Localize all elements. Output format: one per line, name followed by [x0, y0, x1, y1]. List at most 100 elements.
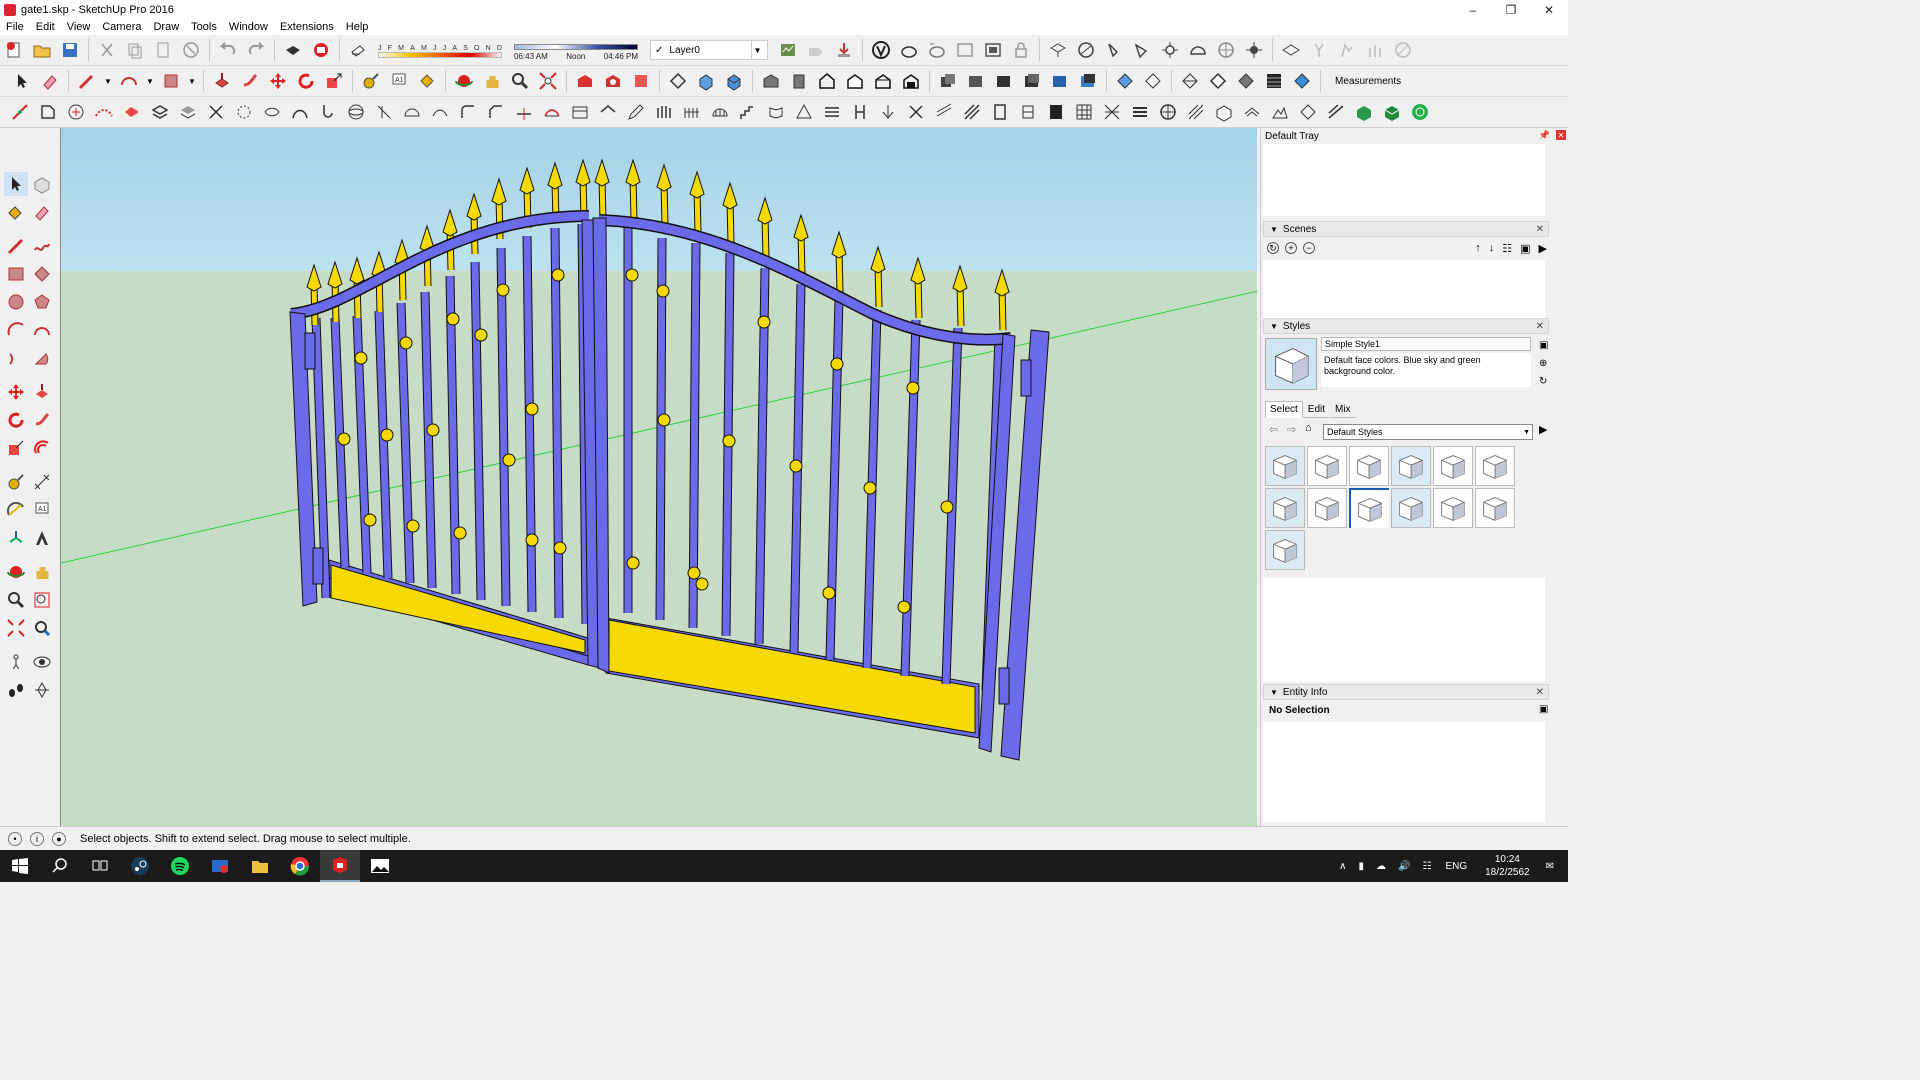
ext-terrain-icon[interactable]: [1268, 100, 1292, 124]
vray-mesh-clipper-icon[interactable]: [1391, 38, 1415, 62]
ext-roof-icon[interactable]: [596, 100, 620, 124]
style-thumbnail[interactable]: [1391, 488, 1431, 528]
ext-layers-icon[interactable]: [148, 100, 172, 124]
time-gradient-bar[interactable]: [514, 43, 638, 50]
position-camera-icon[interactable]: [4, 650, 28, 674]
push-pull-icon[interactable]: [210, 69, 234, 93]
ext-pillar-icon[interactable]: [848, 100, 872, 124]
ext-circle-plus-icon[interactable]: [64, 100, 88, 124]
file-explorer-icon[interactable]: [240, 850, 280, 882]
details-arrow-icon[interactable]: ▶: [1539, 423, 1547, 436]
share-model-icon[interactable]: [804, 38, 828, 62]
eraser-icon[interactable]: [30, 200, 54, 224]
lock-icon[interactable]: [1009, 38, 1033, 62]
xray-icon[interactable]: [936, 69, 960, 93]
menu-edit[interactable]: Edit: [36, 21, 61, 33]
tray-scrollbar[interactable]: [1554, 144, 1566, 216]
style-thumbnail[interactable]: [1433, 446, 1473, 486]
hidden-line-icon[interactable]: [1020, 69, 1044, 93]
scale-icon[interactable]: [322, 69, 346, 93]
ext-green-box2-icon[interactable]: [1380, 100, 1404, 124]
ext-hatch-icon[interactable]: [960, 100, 984, 124]
pan-hand-icon[interactable]: [480, 69, 504, 93]
style-thumbnail[interactable]: [1433, 488, 1473, 528]
ext-columns-icon[interactable]: [652, 100, 676, 124]
ext-scissors-icon[interactable]: [204, 100, 228, 124]
style-textured-icon[interactable]: [1234, 69, 1258, 93]
menu-help[interactable]: Help: [346, 21, 375, 33]
vray-interactive-icon[interactable]: [925, 38, 949, 62]
ext-dial-icon[interactable]: [1156, 100, 1180, 124]
menu-camera[interactable]: Camera: [102, 21, 147, 33]
spot-light-icon[interactable]: [1102, 38, 1126, 62]
ext-explode-icon[interactable]: [232, 100, 256, 124]
spotify-icon[interactable]: [160, 850, 200, 882]
ext-grid-icon[interactable]: [1072, 100, 1096, 124]
ext-dome-grid-icon[interactable]: [708, 100, 732, 124]
ext-weld-icon[interactable]: [260, 100, 284, 124]
redo-icon[interactable]: [244, 38, 268, 62]
left-view-icon[interactable]: [843, 69, 867, 93]
front-view-icon[interactable]: [759, 69, 783, 93]
chevron-down-icon[interactable]: ▼: [145, 69, 155, 93]
sketchup-taskbar-icon[interactable]: [320, 850, 360, 882]
forward-arrow-icon[interactable]: ⇨: [1287, 423, 1296, 436]
vray-fur-icon[interactable]: [1363, 38, 1387, 62]
view-options-icon[interactable]: ☷: [1502, 242, 1512, 255]
vray-proxy-icon[interactable]: [1279, 38, 1303, 62]
tab-select[interactable]: Select: [1265, 401, 1303, 418]
polygon-icon[interactable]: [30, 290, 54, 314]
ext-shape-bender-icon[interactable]: [764, 100, 788, 124]
add-scene-icon[interactable]: +: [1285, 242, 1297, 254]
geo-location-icon[interactable]: •: [8, 831, 22, 846]
mesh-light-icon[interactable]: [1214, 38, 1238, 62]
dimension-icon[interactable]: [30, 470, 54, 494]
ext-bezier-icon[interactable]: [92, 100, 116, 124]
ext-trim-icon[interactable]: [540, 100, 564, 124]
styles-panel-header[interactable]: ▼ Styles ✕: [1263, 318, 1549, 334]
wifi-icon[interactable]: ☷: [1422, 861, 1431, 872]
ext-curve-icon[interactable]: [288, 100, 312, 124]
ext-pen-icon[interactable]: [624, 100, 648, 124]
zoom-window-icon[interactable]: [30, 588, 54, 612]
chevron-down-icon[interactable]: ▼: [187, 69, 197, 93]
update-style-icon[interactable]: ▣: [1539, 340, 1548, 351]
section-plane-icon[interactable]: [666, 69, 690, 93]
paint-bucket-icon[interactable]: [415, 69, 439, 93]
style-thumbnail[interactable]: [1475, 446, 1515, 486]
ext-slash-icon[interactable]: [1324, 100, 1348, 124]
style-wireframe-icon[interactable]: [1141, 69, 1165, 93]
freehand-icon[interactable]: [30, 234, 54, 258]
iso-view-icon[interactable]: [694, 69, 718, 93]
move-icon[interactable]: [4, 380, 28, 404]
ext-panel-icon[interactable]: [1044, 100, 1068, 124]
ext-diag-icon[interactable]: [1184, 100, 1208, 124]
rotated-rectangle-icon[interactable]: [30, 262, 54, 286]
close-icon[interactable]: ✕: [1530, 0, 1568, 19]
layer-dropdown[interactable]: ✓ Layer0 ▼: [650, 40, 768, 60]
style-thumbnail[interactable]: [1349, 488, 1389, 528]
style-shaded-icon[interactable]: [1206, 69, 1230, 93]
copy-icon[interactable]: [123, 38, 147, 62]
dome-light-icon[interactable]: [1186, 38, 1210, 62]
monochrome-icon[interactable]: [1113, 69, 1137, 93]
chevron-down-icon[interactable]: ▼: [103, 69, 113, 93]
battery-icon[interactable]: ▮: [1359, 861, 1365, 872]
extension-warehouse-icon[interactable]: [601, 69, 625, 93]
details-icon[interactable]: ▣: [1539, 704, 1548, 715]
offset-icon[interactable]: [30, 436, 54, 460]
ext-joint-push-pull-icon[interactable]: [120, 100, 144, 124]
text-tool-icon[interactable]: A1: [387, 69, 411, 93]
section-plane-icon[interactable]: [30, 678, 54, 702]
previous-view-icon[interactable]: [30, 616, 54, 640]
vray-frame-buffer-icon[interactable]: [953, 38, 977, 62]
right-view-icon[interactable]: [787, 69, 811, 93]
ext-lathe-icon[interactable]: [372, 100, 396, 124]
ext-dome-icon[interactable]: [400, 100, 424, 124]
arc-icon[interactable]: [117, 69, 141, 93]
ext-loft-icon[interactable]: [428, 100, 452, 124]
menu-extensions[interactable]: Extensions: [280, 21, 340, 33]
shaded-textures-icon[interactable]: [1076, 69, 1100, 93]
paint-bucket-icon[interactable]: [4, 200, 28, 224]
house-icon[interactable]: [871, 69, 895, 93]
